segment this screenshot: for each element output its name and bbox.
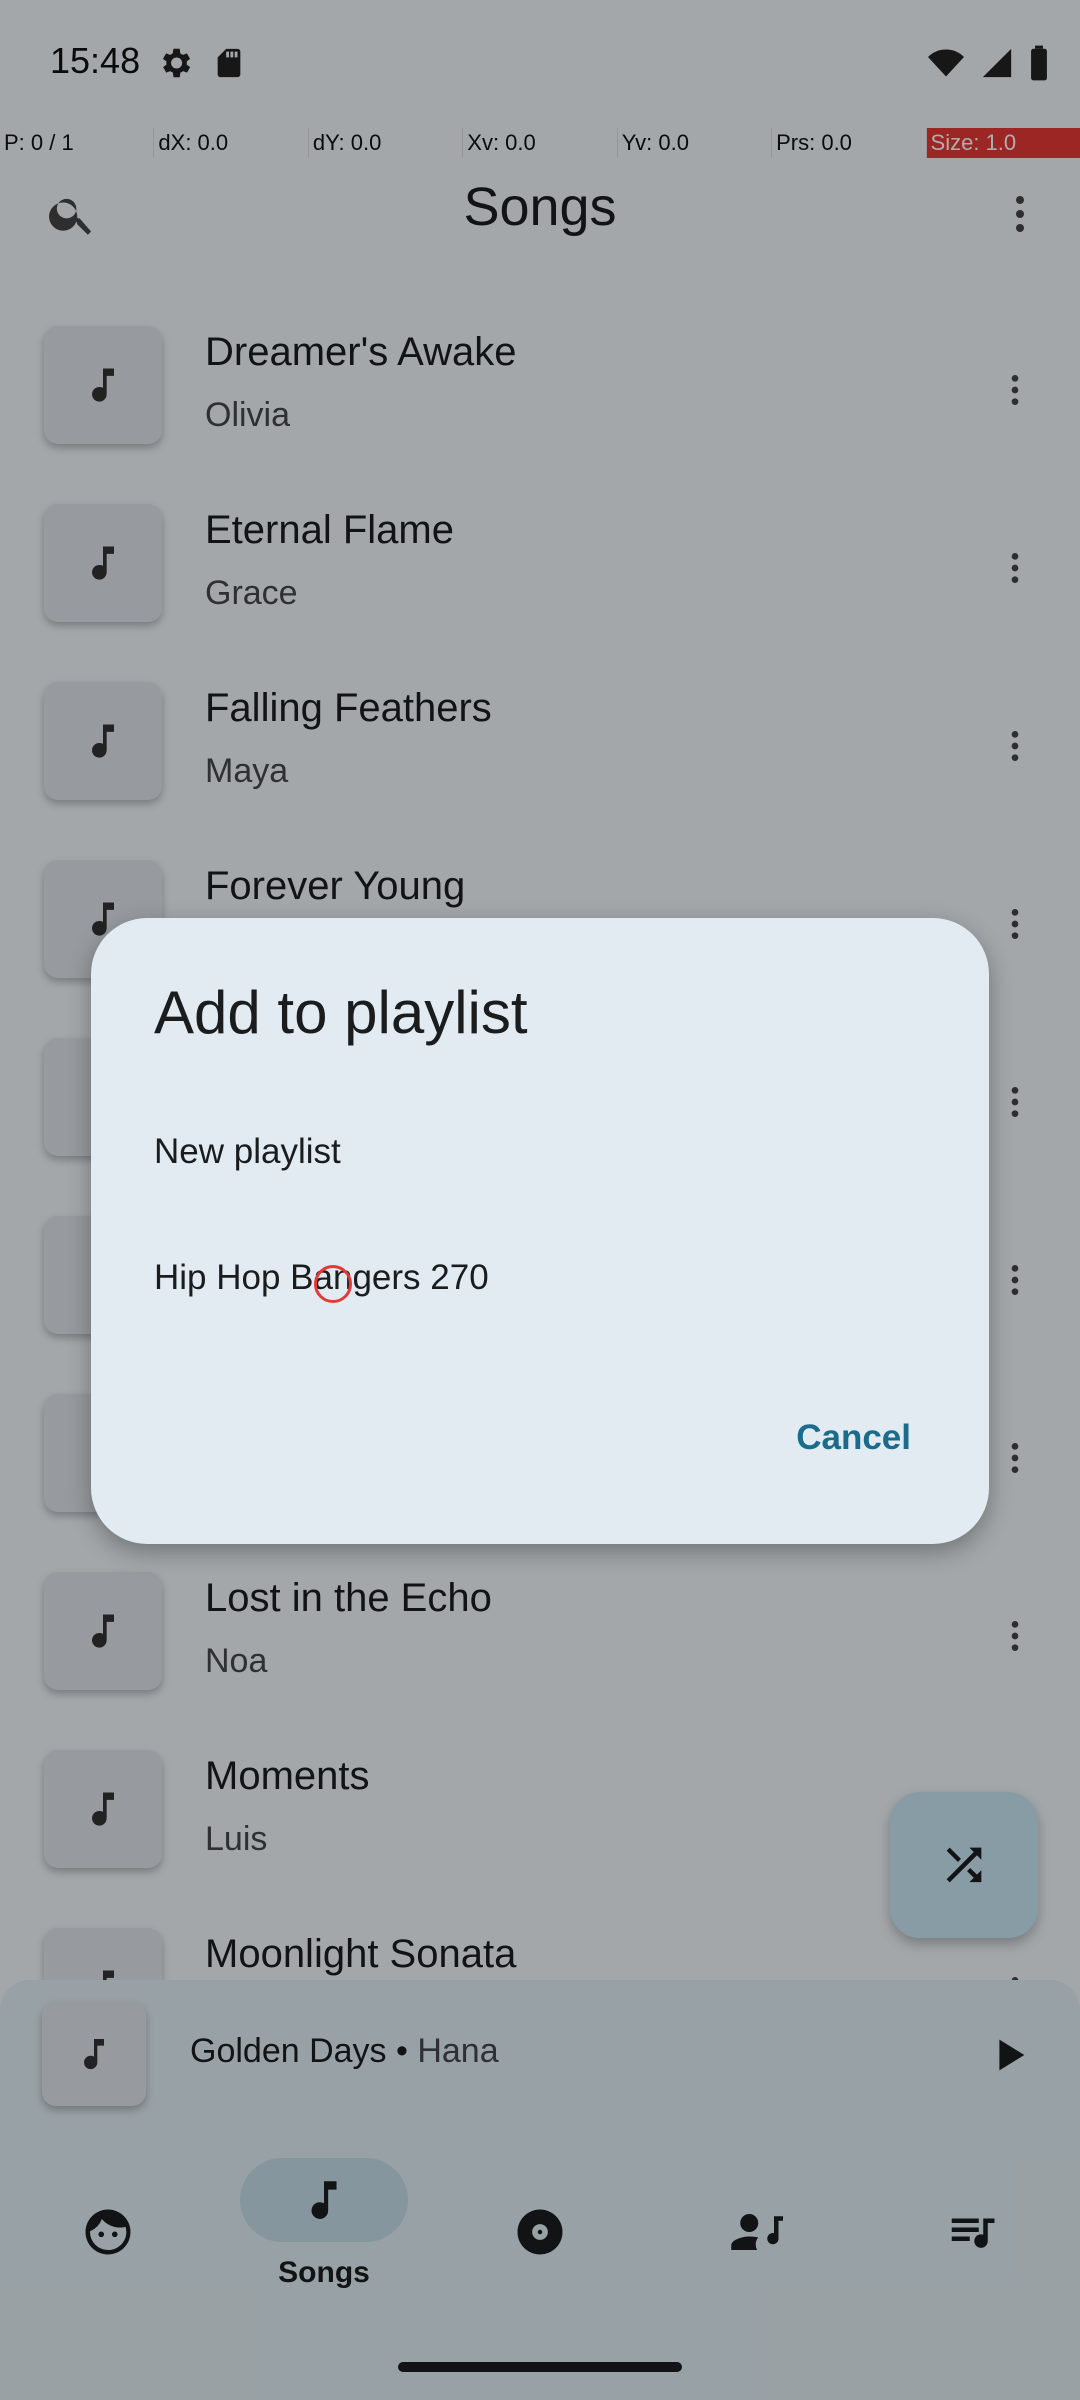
touch-indicator <box>314 1265 352 1303</box>
cancel-button[interactable]: Cancel <box>796 1418 911 1458</box>
new-playlist-option[interactable]: New playlist <box>154 1132 341 1172</box>
dialog-title: Add to playlist <box>154 979 528 1046</box>
add-to-playlist-dialog: Add to playlist New playlist Hip Hop Ban… <box>91 918 989 1544</box>
